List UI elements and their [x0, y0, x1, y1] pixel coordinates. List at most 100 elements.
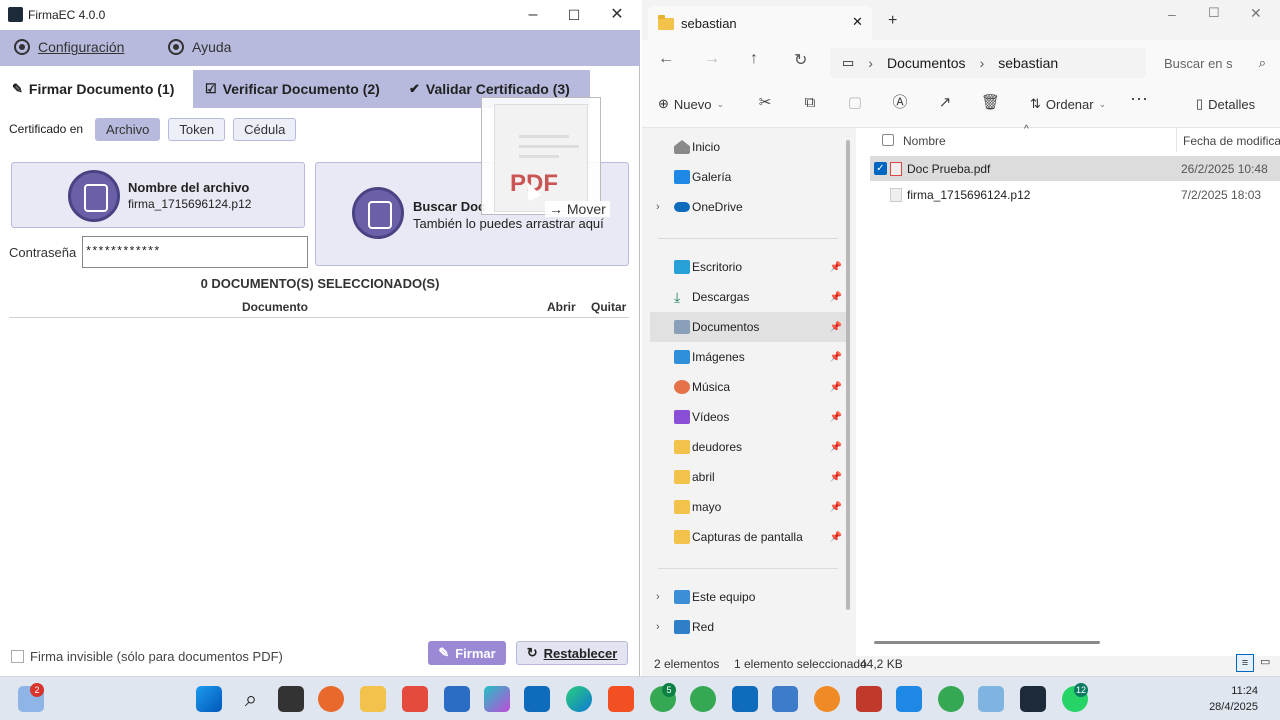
pdf-reader-icon[interactable] [402, 686, 428, 712]
firefox-icon[interactable] [318, 686, 344, 712]
copilot-icon[interactable] [484, 686, 510, 712]
notepad-icon[interactable] [772, 686, 798, 712]
pin-icon: 📌 [829, 411, 842, 423]
certificate-file-card[interactable]: Nombre del archivo firma_1715696124.p12 [11, 162, 305, 228]
nav-red[interactable]: › Red [650, 612, 846, 642]
store-icon[interactable] [524, 686, 550, 712]
file-date: 7/2/2025 18:03 [1181, 187, 1262, 202]
nav-mayo[interactable]: mayo 📌 [650, 492, 846, 522]
drawing-app-icon[interactable] [814, 686, 840, 712]
cert-cedula-button[interactable]: Cédula [233, 117, 297, 141]
invisible-label: Firma invisible (sólo para documentos PD… [30, 649, 283, 664]
up-icon[interactable]: ↑ [750, 50, 758, 68]
menu-ayuda[interactable]: Ayuda [168, 39, 231, 55]
explorer-tab[interactable]: sebastian ✕ [648, 6, 872, 40]
chrome-second-icon[interactable] [938, 686, 964, 712]
explorer-minimize-button[interactable]: – [1168, 6, 1176, 22]
tab-close-icon[interactable]: ✕ [852, 14, 863, 30]
tab-firmar[interactable]: ✎ Firmar Documento (1) [0, 70, 193, 108]
explorer-close-button[interactable]: ✕ [1250, 5, 1262, 22]
tab-verificar-label: Verificar Documento (2) [222, 81, 380, 97]
nav-descargas[interactable]: ⤓ Descargas 📌 [650, 282, 846, 312]
nav-onedrive[interactable]: › OneDrive [650, 192, 846, 222]
vscode-icon[interactable] [896, 686, 922, 712]
nav-documentos[interactable]: Documentos 📌 [650, 312, 846, 342]
nav-galeria[interactable]: Galería [650, 162, 846, 192]
tiles-view-icon[interactable]: ▭ [1260, 655, 1270, 668]
details-view-icon[interactable]: ≡ [1236, 654, 1254, 672]
reset-button[interactable]: ↻ Restablecer [516, 641, 628, 665]
nav-label: Imágenes [692, 350, 745, 364]
back-icon[interactable]: ← [658, 50, 674, 68]
more-options-icon[interactable]: ⋯ [1130, 90, 1148, 108]
nav-scrollbar[interactable] [846, 140, 850, 610]
snipping-tool-icon[interactable] [856, 686, 882, 712]
menu-configuracion[interactable]: Configuración [14, 39, 124, 55]
minimize-button[interactable]: – [523, 5, 543, 25]
horizontal-scrollbar[interactable] [874, 641, 1100, 644]
new-button[interactable]: ⊕ Nuevo ⌄ [658, 96, 724, 112]
new-tab-button[interactable]: + [888, 12, 897, 30]
task-view-icon[interactable] [278, 686, 304, 712]
folder-icon [658, 15, 674, 30]
nav-inicio[interactable]: Inicio [650, 132, 846, 162]
col-nombre[interactable]: Nombre [903, 134, 946, 148]
nav-imagenes[interactable]: Imágenes 📌 [650, 342, 846, 372]
paste-icon[interactable]: ▢ [846, 94, 864, 112]
breadcrumb-sebastian[interactable]: sebastian [998, 55, 1058, 71]
details-button[interactable]: ▯ Detalles [1196, 96, 1255, 112]
nav-capturas[interactable]: Capturas de pantalla 📌 [650, 522, 846, 552]
close-button[interactable]: ✕ [607, 5, 627, 25]
pencil-icon: ✎ [438, 645, 450, 660]
clock-date: 28/4/2025 [1209, 701, 1258, 713]
selected-docs-title: 0 DOCUMENTO(S) SELECCIONADO(S) [200, 276, 440, 291]
chrome-profile-icon[interactable] [690, 686, 716, 712]
nav-musica[interactable]: Música 📌 [650, 372, 846, 402]
security-shield-icon[interactable] [444, 686, 470, 712]
system-clock[interactable]: 11:24 28/4/2025 [1209, 683, 1258, 715]
nav-este-equipo[interactable]: › Este equipo [650, 582, 846, 612]
refresh-icon: ↻ [526, 645, 538, 660]
breadcrumb-documentos[interactable]: Documentos [887, 55, 966, 71]
firmaec-taskbar-icon[interactable] [1020, 686, 1046, 712]
nav-abril[interactable]: abril 📌 [650, 462, 846, 492]
col-abrir: Abrir [547, 300, 576, 314]
col-fecha[interactable]: Fecha de modificac [1183, 134, 1280, 148]
brave-icon[interactable] [608, 686, 634, 712]
tab-verificar[interactable]: ☑ Verificar Documento (2) [193, 70, 397, 108]
delete-icon[interactable]: 🗑 [981, 94, 1000, 112]
invisible-signature-checkbox[interactable]: Firma invisible (sólo para documentos PD… [11, 649, 283, 664]
nav-deudores[interactable]: deudores 📌 [650, 432, 846, 462]
cert-source-row: Certificado en Archivo Token Cédula [9, 117, 297, 141]
search-input[interactable]: Buscar en s ⌕ [1154, 48, 1274, 78]
search-icon[interactable]: ⌕ [238, 686, 264, 712]
cert-archivo-button[interactable]: Archivo [95, 117, 161, 141]
explorer-maximize-button[interactable]: ☐ [1208, 5, 1220, 21]
nav-videos[interactable]: Vídeos 📌 [650, 402, 846, 432]
menu-config-label: Configuración [38, 39, 125, 55]
nav-escritorio[interactable]: Escritorio 📌 [650, 252, 846, 282]
sort-button[interactable]: ⇅ Ordenar ⌄ [1030, 96, 1106, 112]
password-input[interactable]: ************ [82, 236, 308, 268]
copy-icon[interactable]: ⧉ [801, 94, 819, 112]
maximize-button[interactable]: ☐ [564, 5, 584, 25]
cut-icon[interactable]: ✂ [756, 94, 774, 112]
edge-icon[interactable] [566, 686, 592, 712]
cert-token-button[interactable]: Token [168, 117, 226, 141]
breadcrumb[interactable]: ▭ › Documentos › sebastian [830, 48, 1146, 78]
sign-button[interactable]: ✎ Firmar [428, 641, 506, 665]
share-icon[interactable]: ↗ [936, 94, 954, 112]
select-all-checkbox[interactable] [882, 134, 894, 146]
chrome-badge: 5 [662, 683, 676, 697]
chevron-right-icon: › [656, 591, 660, 603]
forward-icon[interactable]: → [704, 50, 720, 68]
file-row[interactable]: ✓ Doc Prueba.pdf 26/2/2025 10:48 [870, 156, 1280, 181]
windows-start-icon[interactable] [196, 686, 222, 712]
refresh-icon[interactable]: ↻ [794, 50, 807, 70]
outlook-icon[interactable] [732, 686, 758, 712]
file-row[interactable]: firma_1715696124.p12 7/2/2025 18:03 [870, 182, 1280, 207]
remote-desktop-icon[interactable] [978, 686, 1004, 712]
rename-icon[interactable]: Ⓐ [891, 94, 909, 112]
checked-checkbox[interactable]: ✓ [874, 162, 887, 175]
file-explorer-icon[interactable] [360, 686, 386, 712]
